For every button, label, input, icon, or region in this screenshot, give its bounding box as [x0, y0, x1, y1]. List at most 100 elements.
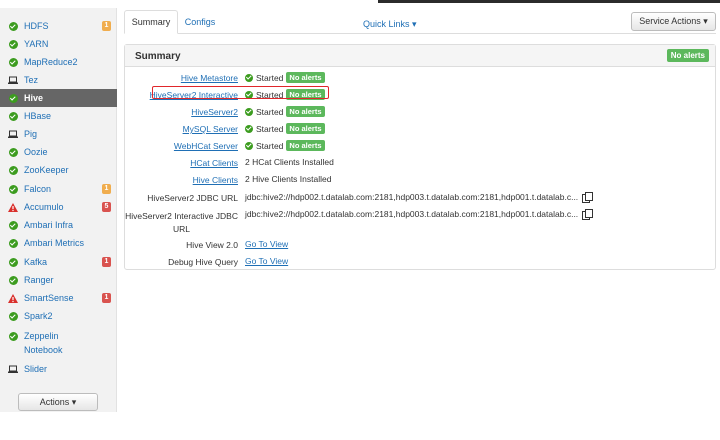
no-alerts-badge[interactable]: No alerts — [286, 140, 325, 151]
sidebar-item-yarn[interactable]: YARN — [0, 35, 117, 53]
component-state: Started — [256, 123, 284, 134]
field-label-line: HiveServer2 Interactive JDBC — [125, 211, 238, 221]
status-ok-icon — [245, 73, 253, 82]
copy-icon[interactable] — [582, 192, 594, 203]
sidebar-item-label: Ambari Infra — [24, 220, 74, 230]
status-ok-icon — [8, 331, 18, 341]
status-ok-icon — [8, 93, 18, 103]
component-value: 2 Hive Clients Installed — [245, 174, 332, 184]
sidebar-item-hive[interactable]: Hive — [0, 89, 117, 107]
sidebar-item-label: MapReduce2 — [24, 57, 78, 67]
service-sidebar: HDFS 1 YARN MapReduce2 Tez Hive HBase Pi… — [0, 8, 117, 412]
component-link[interactable]: WebHCat Server — [174, 141, 238, 151]
alert-count-badge: 1 — [102, 21, 111, 31]
component-value: 2 HCat Clients Installed — [245, 157, 334, 167]
sidebar-item-ranger[interactable]: Ranger — [0, 271, 117, 289]
service-actions-button[interactable]: Service Actions ▾ — [631, 12, 716, 31]
sidebar-item-label: Spark2 — [24, 311, 53, 321]
panel-title: Summary — [135, 51, 181, 62]
component-link[interactable]: MySQL Server — [183, 124, 238, 134]
status-ok-icon — [8, 111, 18, 121]
sidebar-item-zookeeper[interactable]: ZooKeeper — [0, 161, 117, 179]
sidebar-item-label: ZooKeeper — [24, 165, 69, 175]
tab-summary[interactable]: Summary — [124, 10, 178, 34]
summary-row: Debug Hive Query Go To View — [125, 255, 715, 269]
status-ok-icon — [8, 220, 18, 230]
sidebar-item-label: Tez — [24, 75, 39, 85]
summary-row: HiveServer2 Interactive JDBC URL jdbc:hi… — [125, 208, 715, 234]
status-ok-icon — [8, 147, 18, 157]
sidebar-item-slider[interactable]: Slider — [0, 360, 117, 378]
alert-count-badge: 1 — [102, 293, 111, 303]
sidebar-item-mapreduce2[interactable]: MapReduce2 — [0, 53, 117, 71]
status-ok-icon — [8, 238, 18, 248]
sidebar-item-label: Zeppelin Notebook — [24, 331, 63, 355]
no-alerts-badge[interactable]: No alerts — [286, 123, 325, 134]
sidebar-item-label: Ranger — [24, 275, 54, 285]
sidebar-item-label: Kafka — [24, 257, 48, 267]
sidebar-item-ambari-infra[interactable]: Ambari Infra — [0, 216, 117, 234]
component-link[interactable]: Hive Metastore — [181, 73, 238, 83]
quick-links-dropdown[interactable]: Quick Links ▾ — [363, 19, 417, 30]
status-ok-icon — [8, 275, 18, 285]
sidebar-item-accumulo[interactable]: Accumulo 5 — [0, 198, 117, 216]
sidebar-item-label: Accumulo — [24, 202, 64, 212]
go-to-view-link[interactable]: Go To View — [245, 256, 288, 266]
sidebar-item-spark2[interactable]: Spark2 — [0, 307, 117, 325]
sidebar-item-hbase[interactable]: HBase — [0, 107, 117, 125]
summary-row: Hive Metastore Started No alerts — [125, 71, 715, 85]
sidebar-item-falcon[interactable]: Falcon 1 — [0, 180, 117, 198]
tab-divider — [124, 33, 716, 34]
component-state: Started — [256, 89, 284, 100]
actions-button[interactable]: Actions ▾ — [18, 393, 98, 411]
component-link[interactable]: HiveServer2 — [191, 107, 238, 117]
sidebar-item-pig[interactable]: Pig — [0, 125, 117, 143]
component-state: Started — [256, 140, 284, 151]
field-label: HiveServer2 Interactive JDBC URL — [125, 210, 238, 236]
sidebar-item-label: HDFS — [24, 21, 49, 31]
sidebar-item-label: YARN — [24, 39, 49, 49]
warning-icon — [8, 202, 18, 212]
tab-configs[interactable]: Configs — [180, 10, 220, 34]
go-to-view-link[interactable]: Go To View — [245, 239, 288, 249]
field-label: HiveServer2 JDBC URL — [147, 193, 238, 203]
copy-icon[interactable] — [582, 209, 594, 220]
summary-row: MySQL Server Started No alerts — [125, 122, 715, 136]
summary-row: Hive Clients 2 Hive Clients Installed — [125, 173, 715, 187]
status-ok-icon — [8, 21, 18, 31]
summary-row: HiveServer2 Interactive Started No alerts — [125, 88, 715, 102]
status-ok-icon — [245, 107, 253, 116]
component-link[interactable]: HiveServer2 Interactive — [150, 90, 238, 100]
summary-row: WebHCat Server Started No alerts — [125, 139, 715, 153]
summary-row: HiveServer2 Started No alerts — [125, 105, 715, 119]
sidebar-item-zeppelin[interactable]: Zeppelin Notebook — [0, 326, 117, 356]
no-alerts-badge[interactable]: No alerts — [286, 89, 325, 100]
status-ok-icon — [8, 257, 18, 267]
laptop-icon — [8, 364, 18, 374]
sidebar-item-label: Slider — [24, 364, 48, 374]
sidebar-item-tez[interactable]: Tez — [0, 71, 117, 89]
status-ok-icon — [8, 39, 18, 49]
alert-count-badge: 1 — [102, 257, 111, 267]
sidebar-item-oozie[interactable]: Oozie — [0, 143, 117, 161]
status-ok-icon — [8, 57, 18, 67]
sidebar-item-label: Ambari Metrics — [24, 238, 85, 248]
sidebar-item-smartsense[interactable]: SmartSense 1 — [0, 289, 117, 307]
component-link[interactable]: Hive Clients — [193, 175, 238, 185]
sidebar-item-label: Hive — [24, 93, 44, 103]
sidebar-item-ambari-metrics[interactable]: Ambari Metrics — [0, 234, 117, 252]
sidebar-item-hdfs[interactable]: HDFS 1 — [0, 17, 117, 35]
laptop-icon — [8, 129, 18, 139]
panel-header: Summary No alerts — [125, 45, 715, 67]
component-state: Started — [256, 72, 284, 83]
jdbc-url-value: jdbc:hive2://hdp002.t.datalab.com:2181,h… — [245, 192, 579, 202]
no-alerts-badge[interactable]: No alerts — [666, 49, 709, 62]
field-label: Debug Hive Query — [168, 257, 238, 267]
no-alerts-badge[interactable]: No alerts — [286, 72, 325, 83]
no-alerts-badge[interactable]: No alerts — [286, 106, 325, 117]
sidebar-item-kafka[interactable]: Kafka 1 — [0, 253, 117, 271]
summary-row: Hive View 2.0 Go To View — [125, 238, 715, 252]
component-link[interactable]: HCat Clients — [190, 158, 238, 168]
warning-icon — [8, 293, 18, 303]
field-label-line: URL — [173, 224, 191, 234]
